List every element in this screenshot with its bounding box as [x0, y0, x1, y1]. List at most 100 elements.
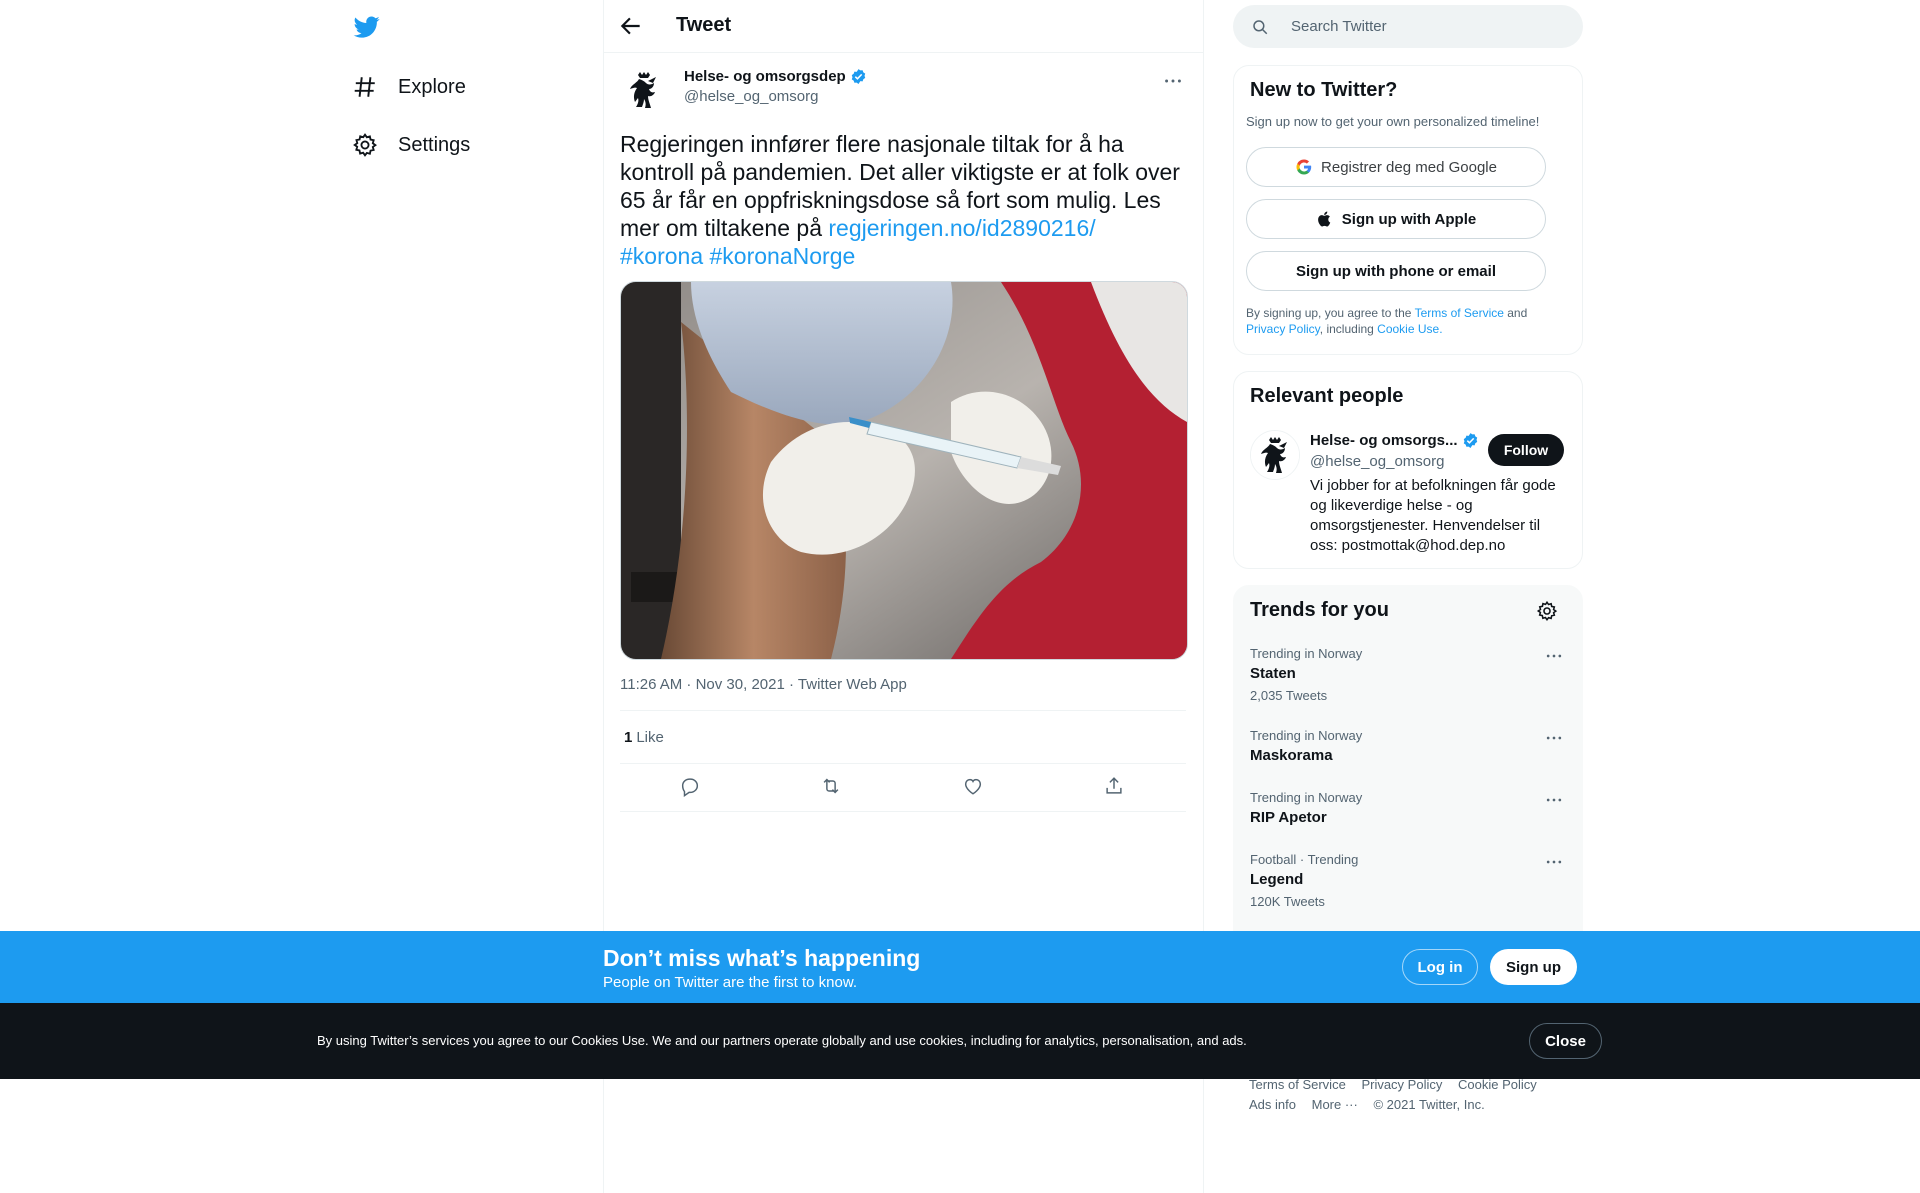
- footer-link[interactable]: Terms of Service: [1249, 1077, 1346, 1092]
- footer-copyright: © 2021 Twitter, Inc.: [1373, 1097, 1485, 1112]
- reply-icon: [681, 778, 698, 797]
- tweet-text: Regjeringen innfører flere nasjonale til…: [620, 130, 1186, 270]
- trend-name: Staten: [1250, 665, 1296, 682]
- trend-name: RIP Apetor: [1250, 809, 1327, 826]
- footer-link[interactable]: Privacy Policy: [1361, 1077, 1442, 1092]
- search-input[interactable]: [1289, 17, 1573, 36]
- phone-email-signup-button[interactable]: Sign up with phone or email: [1246, 251, 1546, 291]
- tweet-image-vaccination[interactable]: [620, 281, 1188, 660]
- tweet-meta: 11:26 AM · Nov 30, 2021 · Twitter Web Ap…: [620, 676, 907, 693]
- person-bio: Vi jobber for at befolkningen får gode o…: [1310, 477, 1556, 554]
- trend-count: 2,035 Tweets: [1250, 688, 1328, 703]
- hashtag-link[interactable]: #korona: [620, 243, 703, 269]
- coat-of-arms-logo-icon: [1251, 431, 1299, 479]
- tweet-timestamp[interactable]: 11:26 AM · Nov 30, 2021: [620, 676, 785, 693]
- trend-context: Football · Trending: [1250, 852, 1359, 867]
- main-header: Tweet: [604, 0, 1203, 53]
- cookie-close-button[interactable]: Close: [1529, 1023, 1602, 1059]
- tweet-stats: 1 Like: [620, 710, 1186, 764]
- footer-more-button[interactable]: More ···: [1312, 1097, 1358, 1112]
- privacy-policy-link[interactable]: Privacy Policy: [1246, 322, 1320, 336]
- nav-item-label: Settings: [398, 133, 471, 156]
- panel-title: Trends for you: [1250, 599, 1389, 621]
- phone-email-signup-label: Sign up with phone or email: [1295, 262, 1496, 280]
- verified-badge-icon: [1463, 433, 1477, 448]
- relevant-people-panel: Relevant people Helse- og omsorgs... @he…: [1233, 371, 1583, 569]
- retweet-button[interactable]: [820, 775, 844, 799]
- banner-subtitle: People on Twitter are the first to know.: [603, 974, 858, 991]
- new-to-twitter-panel: New to Twitter? Sign up now to get your …: [1233, 65, 1583, 355]
- trend-item[interactable]: Trending in Norway RIP Apetor: [1250, 790, 1570, 826]
- likes-label[interactable]: Like: [636, 729, 664, 746]
- trends-settings-icon[interactable]: [1536, 600, 1558, 622]
- author-info: Helse- og omsorgsdep @helse_og_omsorg: [684, 68, 867, 105]
- nav-item-label: Explore: [398, 75, 466, 98]
- gear-icon: [353, 133, 377, 157]
- retweet-icon: [823, 778, 839, 794]
- panel-title: Relevant people: [1250, 385, 1404, 407]
- google-icon: [1296, 159, 1312, 175]
- more-options-icon[interactable]: [1544, 852, 1564, 872]
- trends-panel: Trends for you Trending in Norway Staten…: [1233, 585, 1583, 947]
- coat-of-arms-logo-icon: [620, 66, 668, 114]
- apple-icon: [1317, 211, 1331, 227]
- follow-button[interactable]: Follow: [1488, 434, 1564, 466]
- likes-count[interactable]: 1: [624, 729, 632, 746]
- author-name[interactable]: Helse- og omsorgsdep: [684, 68, 846, 85]
- tweet-link[interactable]: regjeringen.no/id2890216/: [828, 215, 1095, 241]
- like-button[interactable]: [962, 775, 986, 799]
- cookie-notice-text: By using Twitter’s services you agree to…: [317, 1033, 1247, 1048]
- apple-signup-label: Sign up with Apple: [1341, 210, 1477, 228]
- back-arrow-icon[interactable]: [618, 13, 644, 39]
- trend-name: Maskorama: [1250, 747, 1333, 764]
- more-options-icon[interactable]: [1544, 646, 1564, 666]
- trend-item[interactable]: Trending in Norway Maskorama: [1250, 728, 1570, 764]
- google-signup-label: Registrer deg med Google: [1321, 158, 1497, 176]
- signup-banner: Don’t miss what’s happening People on Tw…: [0, 931, 1920, 1003]
- search-box[interactable]: [1233, 5, 1583, 48]
- footer-link[interactable]: Ads info: [1249, 1097, 1296, 1112]
- signup-terms: By signing up, you agree to the Terms of…: [1246, 306, 1528, 336]
- person-avatar[interactable]: [1250, 430, 1300, 480]
- banner-title: Don’t miss what’s happening: [603, 945, 921, 971]
- footer-link[interactable]: Cookie Policy: [1458, 1077, 1537, 1092]
- share-button[interactable]: [1103, 775, 1127, 799]
- share-icon: [1106, 777, 1122, 794]
- trend-context: Trending in Norway: [1250, 646, 1363, 661]
- tweet-source[interactable]: Twitter Web App: [798, 676, 907, 693]
- heart-icon: [964, 778, 981, 795]
- login-button[interactable]: Log in: [1402, 949, 1478, 985]
- reply-button[interactable]: [679, 775, 703, 799]
- google-signup-button[interactable]: Registrer deg med Google: [1246, 147, 1546, 187]
- trend-item[interactable]: Trending in Norway Staten 2,035 Tweets: [1250, 646, 1570, 703]
- apple-signup-button[interactable]: Sign up with Apple: [1246, 199, 1546, 239]
- verified-badge-icon: [851, 69, 865, 84]
- trend-count: 120K Tweets: [1250, 894, 1325, 909]
- hashtag-link[interactable]: #koronaNorge: [710, 243, 856, 269]
- trend-name: Legend: [1250, 871, 1304, 888]
- more-options-icon[interactable]: [1162, 70, 1184, 92]
- terms-of-service-link[interactable]: Terms of Service: [1415, 306, 1504, 320]
- trend-context: Trending in Norway: [1250, 790, 1363, 805]
- panel-subtitle: Sign up now to get your own personalized…: [1246, 114, 1540, 129]
- trend-context: Trending in Norway: [1250, 728, 1363, 743]
- more-options-icon[interactable]: [1544, 728, 1564, 748]
- tweet-actions: [620, 763, 1186, 812]
- twitter-logo-icon[interactable]: [352, 14, 382, 40]
- cookie-banner: By using Twitter’s services you agree to…: [0, 1003, 1920, 1079]
- person-name[interactable]: Helse- og omsorgs...: [1310, 432, 1458, 449]
- search-icon: [1253, 19, 1268, 34]
- hashtag-icon: [354, 77, 375, 97]
- signup-button[interactable]: Sign up: [1490, 949, 1577, 985]
- page-title: Tweet: [676, 14, 732, 36]
- person-handle[interactable]: @helse_og_omsorg: [1310, 453, 1444, 470]
- more-options-icon[interactable]: [1544, 790, 1564, 810]
- footer: Terms of Service Privacy Policy Cookie P…: [1249, 1075, 1549, 1115]
- nav-item-settings[interactable]: Settings: [352, 125, 470, 165]
- author-avatar[interactable]: [620, 66, 668, 114]
- panel-title: New to Twitter?: [1250, 79, 1398, 101]
- nav-item-explore[interactable]: Explore: [352, 67, 466, 107]
- cookie-use-link[interactable]: Cookie Use.: [1377, 322, 1442, 336]
- author-handle[interactable]: @helse_og_omsorg: [684, 88, 867, 105]
- trend-item[interactable]: Football · Trending Legend 120K Tweets: [1250, 852, 1570, 909]
